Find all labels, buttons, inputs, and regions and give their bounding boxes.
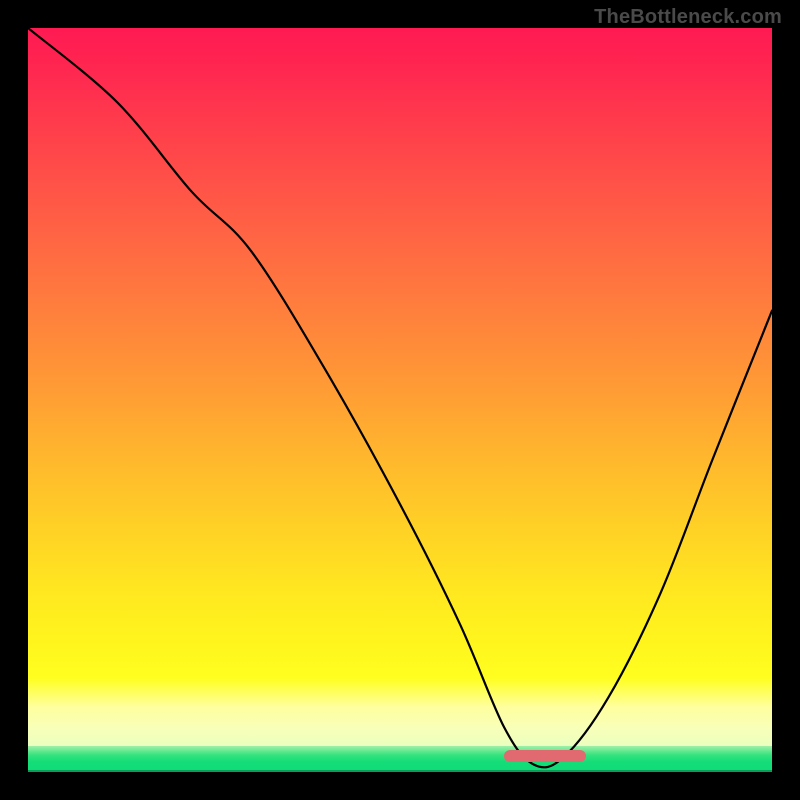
baseline	[28, 770, 772, 772]
watermark-text: TheBottleneck.com	[594, 6, 782, 29]
bottleneck-curve	[28, 28, 772, 772]
plot-area	[28, 28, 772, 772]
pale-yellow-band	[28, 678, 772, 750]
optimal-range-marker	[504, 750, 586, 762]
chart-frame: TheBottleneck.com	[0, 0, 800, 800]
green-band	[28, 746, 772, 772]
